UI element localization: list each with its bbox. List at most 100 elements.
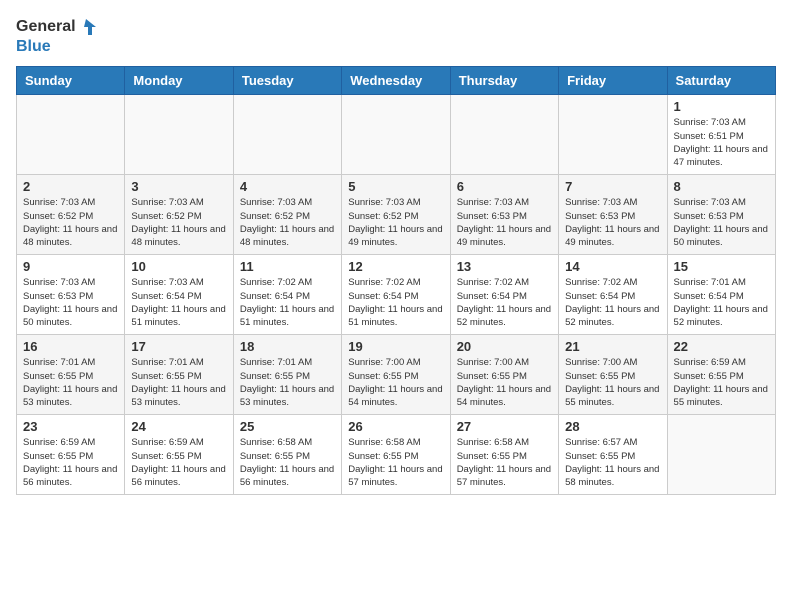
calendar-cell: [559, 95, 667, 175]
calendar-cell: [342, 95, 450, 175]
day-number: 27: [457, 419, 552, 434]
calendar-cell: [450, 95, 558, 175]
calendar-cell: 27 Sunrise: 6:58 AM Sunset: 6:55 PM Dayli…: [450, 415, 558, 495]
day-info: Sunrise: 6:59 AM Sunset: 6:55 PM Dayligh…: [131, 436, 226, 489]
day-info: Sunrise: 7:02 AM Sunset: 6:54 PM Dayligh…: [565, 276, 660, 329]
calendar-cell: 11Sunrise: 7:02 AM Sunset: 6:54 PM Dayli…: [233, 255, 341, 335]
calendar-cell: 13 Sunrise: 7:02 AM Sunset: 6:54 PM Dayli…: [450, 255, 558, 335]
calendar-cell: 15 Sunrise: 7:01 AM Sunset: 6:54 PM Dayli…: [667, 255, 775, 335]
calendar-cell: 24 Sunrise: 6:59 AM Sunset: 6:55 PM Dayli…: [125, 415, 233, 495]
weekday-header-sunday: Sunday: [17, 67, 125, 95]
day-number: 24: [131, 419, 226, 434]
day-number: 11: [240, 259, 335, 274]
day-info: Sunrise: 7:00 AM Sunset: 6:55 PM Dayligh…: [348, 356, 443, 409]
logo-arrow-icon: [78, 16, 100, 38]
calendar-cell: 23 Sunrise: 6:59 AM Sunset: 6:55 PM Dayli…: [17, 415, 125, 495]
day-number: 16: [23, 339, 118, 354]
day-info: Sunrise: 6:59 AM Sunset: 6:55 PM Dayligh…: [23, 436, 118, 489]
day-number: 3: [131, 179, 226, 194]
day-number: 1: [674, 99, 769, 114]
logo-blue: Blue: [16, 38, 100, 56]
day-number: 8: [674, 179, 769, 194]
calendar-cell: 10 Sunrise: 7:03 AM Sunset: 6:54 PM Dayli…: [125, 255, 233, 335]
day-number: 28: [565, 419, 660, 434]
calendar-cell: 14 Sunrise: 7:02 AM Sunset: 6:54 PM Dayli…: [559, 255, 667, 335]
day-number: 23: [23, 419, 118, 434]
day-number: 9: [23, 259, 118, 274]
day-number: 12: [348, 259, 443, 274]
day-info: Sunrise: 7:03 AM Sunset: 6:52 PM Dayligh…: [23, 196, 118, 249]
calendar-cell: 9 Sunrise: 7:03 AM Sunset: 6:53 PM Daylig…: [17, 255, 125, 335]
day-number: 5: [348, 179, 443, 194]
week-row-5: 23 Sunrise: 6:59 AM Sunset: 6:55 PM Dayli…: [17, 415, 776, 495]
day-info: Sunrise: 7:01 AM Sunset: 6:54 PM Dayligh…: [674, 276, 769, 329]
calendar-cell: 20 Sunrise: 7:00 AM Sunset: 6:55 PM Dayli…: [450, 335, 558, 415]
calendar-cell: 5 Sunrise: 7:03 AM Sunset: 6:52 PM Daylig…: [342, 175, 450, 255]
calendar-cell: [667, 415, 775, 495]
day-info: Sunrise: 6:58 AM Sunset: 6:55 PM Dayligh…: [348, 436, 443, 489]
calendar-cell: 17 Sunrise: 7:01 AM Sunset: 6:55 PM Dayli…: [125, 335, 233, 415]
day-info: Sunrise: 7:03 AM Sunset: 6:54 PM Dayligh…: [131, 276, 226, 329]
day-info: Sunrise: 6:57 AM Sunset: 6:55 PM Dayligh…: [565, 436, 660, 489]
calendar-cell: 6 Sunrise: 7:03 AM Sunset: 6:53 PM Daylig…: [450, 175, 558, 255]
weekday-header-thursday: Thursday: [450, 67, 558, 95]
calendar-cell: 4 Sunrise: 7:03 AM Sunset: 6:52 PM Daylig…: [233, 175, 341, 255]
day-info: Sunrise: 7:03 AM Sunset: 6:53 PM Dayligh…: [457, 196, 552, 249]
day-info: Sunrise: 7:03 AM Sunset: 6:53 PM Dayligh…: [23, 276, 118, 329]
week-row-3: 9 Sunrise: 7:03 AM Sunset: 6:53 PM Daylig…: [17, 255, 776, 335]
day-info: Sunrise: 7:01 AM Sunset: 6:55 PM Dayligh…: [131, 356, 226, 409]
calendar-cell: [125, 95, 233, 175]
calendar-cell: [233, 95, 341, 175]
day-info: Sunrise: 6:58 AM Sunset: 6:55 PM Dayligh…: [240, 436, 335, 489]
day-info: Sunrise: 7:02 AM Sunset: 6:54 PM Dayligh…: [348, 276, 443, 329]
weekday-header-friday: Friday: [559, 67, 667, 95]
calendar-cell: 26 Sunrise: 6:58 AM Sunset: 6:55 PM Dayli…: [342, 415, 450, 495]
calendar-cell: 19Sunrise: 7:00 AM Sunset: 6:55 PM Dayli…: [342, 335, 450, 415]
calendar-cell: 21Sunrise: 7:00 AM Sunset: 6:55 PM Dayli…: [559, 335, 667, 415]
day-info: Sunrise: 7:01 AM Sunset: 6:55 PM Dayligh…: [240, 356, 335, 409]
day-number: 14: [565, 259, 660, 274]
calendar-table: SundayMondayTuesdayWednesdayThursdayFrid…: [16, 66, 776, 495]
calendar-cell: 16 Sunrise: 7:01 AM Sunset: 6:55 PM Dayli…: [17, 335, 125, 415]
day-number: 20: [457, 339, 552, 354]
day-number: 6: [457, 179, 552, 194]
day-info: Sunrise: 7:03 AM Sunset: 6:53 PM Dayligh…: [674, 196, 769, 249]
calendar-cell: 2Sunrise: 7:03 AM Sunset: 6:52 PM Daylig…: [17, 175, 125, 255]
page-header: General Blue: [16, 16, 776, 56]
calendar-cell: 18Sunrise: 7:01 AM Sunset: 6:55 PM Dayli…: [233, 335, 341, 415]
day-number: 22: [674, 339, 769, 354]
day-number: 4: [240, 179, 335, 194]
day-info: Sunrise: 6:59 AM Sunset: 6:55 PM Dayligh…: [674, 356, 769, 409]
weekday-header-saturday: Saturday: [667, 67, 775, 95]
weekday-header-tuesday: Tuesday: [233, 67, 341, 95]
week-row-1: 1Sunrise: 7:03 AM Sunset: 6:51 PM Daylig…: [17, 95, 776, 175]
calendar-cell: 22 Sunrise: 6:59 AM Sunset: 6:55 PM Dayli…: [667, 335, 775, 415]
day-number: 25: [240, 419, 335, 434]
day-info: Sunrise: 7:03 AM Sunset: 6:52 PM Dayligh…: [240, 196, 335, 249]
logo-text: General Blue: [16, 16, 100, 56]
day-number: 7: [565, 179, 660, 194]
day-info: Sunrise: 7:02 AM Sunset: 6:54 PM Dayligh…: [457, 276, 552, 329]
day-number: 17: [131, 339, 226, 354]
day-number: 15: [674, 259, 769, 274]
day-info: Sunrise: 7:00 AM Sunset: 6:55 PM Dayligh…: [457, 356, 552, 409]
calendar-cell: 8 Sunrise: 7:03 AM Sunset: 6:53 PM Daylig…: [667, 175, 775, 255]
day-info: Sunrise: 7:03 AM Sunset: 6:53 PM Dayligh…: [565, 196, 660, 249]
calendar-cell: 1Sunrise: 7:03 AM Sunset: 6:51 PM Daylig…: [667, 95, 775, 175]
day-number: 21: [565, 339, 660, 354]
day-number: 13: [457, 259, 552, 274]
day-info: Sunrise: 7:03 AM Sunset: 6:52 PM Dayligh…: [131, 196, 226, 249]
day-info: Sunrise: 7:03 AM Sunset: 6:52 PM Dayligh…: [348, 196, 443, 249]
week-row-4: 16 Sunrise: 7:01 AM Sunset: 6:55 PM Dayli…: [17, 335, 776, 415]
day-number: 26: [348, 419, 443, 434]
logo: General Blue: [16, 16, 100, 56]
calendar-cell: 7 Sunrise: 7:03 AM Sunset: 6:53 PM Daylig…: [559, 175, 667, 255]
week-row-2: 2Sunrise: 7:03 AM Sunset: 6:52 PM Daylig…: [17, 175, 776, 255]
day-info: Sunrise: 6:58 AM Sunset: 6:55 PM Dayligh…: [457, 436, 552, 489]
logo-general: General: [16, 18, 76, 36]
day-info: Sunrise: 7:01 AM Sunset: 6:55 PM Dayligh…: [23, 356, 118, 409]
day-number: 10: [131, 259, 226, 274]
calendar-cell: [17, 95, 125, 175]
calendar-cell: 28 Sunrise: 6:57 AM Sunset: 6:55 PM Dayli…: [559, 415, 667, 495]
calendar-cell: 3 Sunrise: 7:03 AM Sunset: 6:52 PM Daylig…: [125, 175, 233, 255]
